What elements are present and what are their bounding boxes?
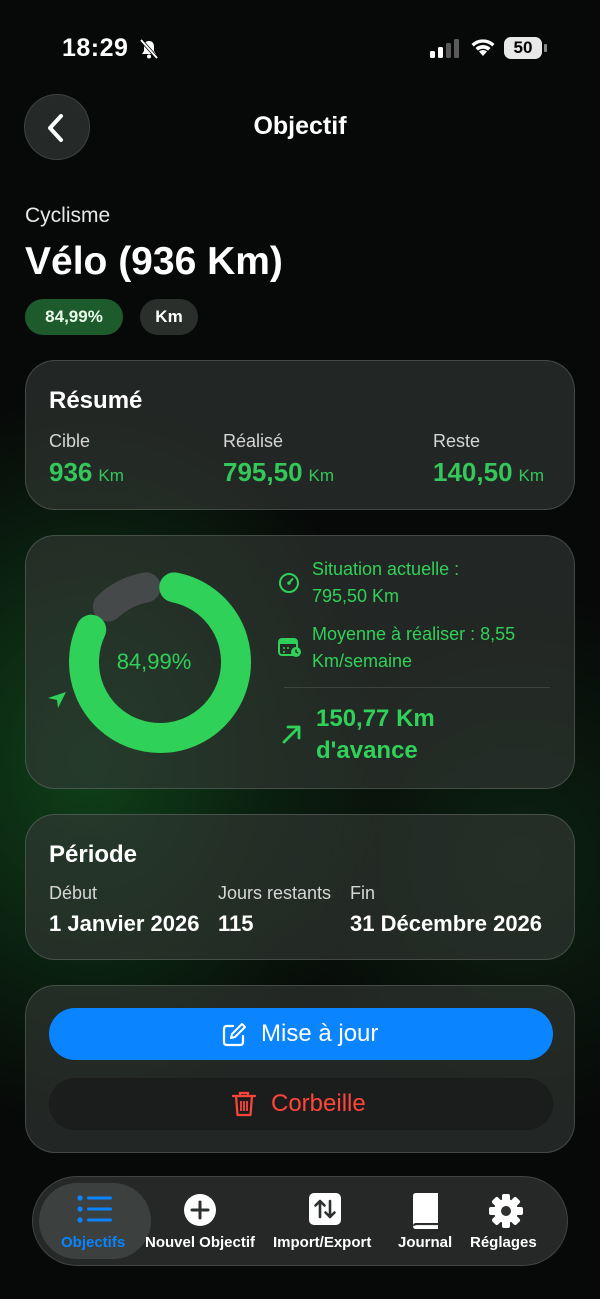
tab-nouvel-objectif[interactable]: Nouvel Objectif (145, 1177, 259, 1265)
edit-icon (222, 1023, 246, 1047)
tab-journal[interactable]: Journal (391, 1177, 459, 1265)
start-label: Début (49, 883, 98, 903)
gauge-icon (279, 573, 299, 593)
trash-button[interactable]: Corbeille (49, 1078, 553, 1130)
tab-label-objectifs: Objectifs (61, 1234, 126, 1251)
target-number: 936 (49, 457, 93, 487)
summary-card: Résumé Cible 936 Km Réalisé 795,50 Km Rest… (25, 360, 575, 510)
average-line-2: Km/semaine (312, 651, 413, 671)
percent-badge: 84,99% (25, 299, 123, 335)
done-value: 795,50 Km (223, 457, 334, 488)
period-card: Période Début 1 Janvier 2026 Jours resta… (25, 814, 575, 960)
period-title: Période (49, 841, 138, 868)
remaining-value: 115 (218, 911, 254, 936)
target-label: Cible (49, 431, 91, 451)
update-button[interactable]: Mise à jour (49, 1008, 553, 1060)
bell-muted-icon (139, 38, 159, 60)
battery-level: 50 (504, 37, 542, 59)
list-icon (77, 1195, 112, 1223)
rest-label: Reste (433, 431, 481, 451)
summary-title: Résumé (49, 387, 143, 414)
wifi-icon (471, 39, 495, 56)
progress-card: 84,99% Situation actuelle : 795,50 Km Mo… (25, 535, 575, 789)
cell-signal-icon (430, 39, 459, 58)
book-icon (413, 1193, 438, 1229)
battery-tip (544, 44, 547, 52)
remaining-label: Jours restants (218, 883, 332, 903)
done-number: 795,50 (223, 457, 303, 487)
ahead-amount: 150,77 Km (316, 705, 435, 732)
target-value: 936 Km (49, 457, 124, 488)
tab-bar: Objectifs Nouvel Objectif Import/Export … (32, 1176, 568, 1266)
update-label: Mise à jour (261, 1020, 379, 1047)
tab-reglages[interactable]: Réglages (467, 1177, 547, 1265)
progress-ring-track (92, 572, 161, 622)
start-value: 1 Janvier 2026 (49, 911, 200, 936)
end-label: Fin (350, 883, 376, 903)
actions-card: Mise à jour Corbeille (25, 985, 575, 1153)
gear-icon (489, 1194, 523, 1228)
tab-objectifs[interactable]: Objectifs (39, 1177, 151, 1265)
arrow-up-right-icon (282, 725, 301, 744)
location-arrow-icon (48, 692, 66, 708)
tab-import-export[interactable]: Import/Export (271, 1177, 381, 1265)
trash-icon (231, 1091, 257, 1117)
battery-indicator: 50 (504, 37, 548, 59)
status-line-2: 795,50 Km (312, 586, 400, 606)
calendar-clock-icon (278, 638, 301, 657)
unit-badge: Km (140, 299, 198, 335)
tab-label-reglages: Réglages (470, 1234, 537, 1251)
ahead-label: d'avance (316, 737, 418, 764)
goal-title: Vélo (936 Km) (25, 240, 283, 283)
goal-category: Cyclisme (25, 204, 111, 227)
tab-label-nouvel-objectif: Nouvel Objectif (145, 1234, 256, 1251)
done-unit: Km (308, 466, 335, 485)
target-unit: Km (98, 466, 124, 485)
progress-divider (284, 687, 550, 688)
rest-number: 140,50 (433, 457, 513, 487)
rest-unit: Km (518, 466, 545, 485)
trash-label: Corbeille (271, 1090, 366, 1117)
average-line-1: Moyenne à réaliser : 8,55 (312, 624, 516, 644)
arrows-updown-icon (309, 1193, 341, 1225)
rest-value: 140,50 Km (433, 457, 544, 488)
tab-label-import-export: Import/Export (273, 1234, 372, 1251)
plus-circle-icon (184, 1194, 216, 1226)
end-value: 31 Décembre 2026 (350, 911, 543, 936)
progress-percent: 84,99% (116, 649, 192, 674)
done-label: Réalisé (223, 431, 284, 451)
tab-label-journal: Journal (398, 1234, 453, 1251)
status-line-1: Situation actuelle : (312, 559, 460, 579)
page-title: Objectif (253, 112, 347, 140)
status-time: 18:29 (62, 34, 129, 62)
